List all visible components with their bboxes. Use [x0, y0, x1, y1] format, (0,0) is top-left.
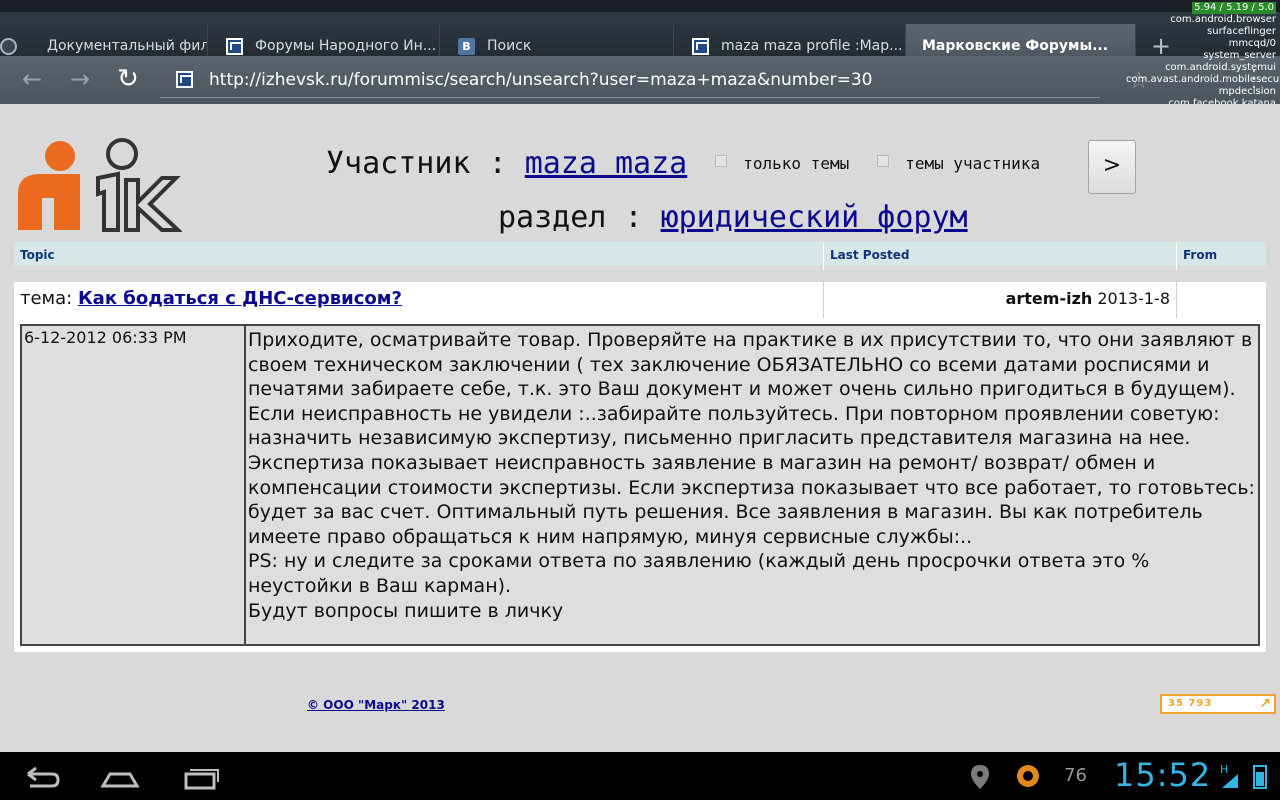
back-button-icon[interactable] [22, 760, 62, 792]
recent-apps-icon[interactable] [182, 760, 222, 792]
tab-label: Документальный филь... [47, 38, 208, 54]
counter-arrow-icon: ↗ [1259, 696, 1272, 712]
column-topic: Topic [20, 248, 55, 262]
tab-label: Поиск [487, 38, 532, 54]
last-posted-cell: artem-izh 2013-1-8 [823, 282, 1170, 318]
post-body: Приходите, осматривайте товар. Проверяйт… [246, 326, 1258, 644]
post-paragraph: PS: ну и следите за сроками ответа по за… [248, 550, 1150, 597]
url-field[interactable]: http://izhevsk.ru/forummisc/search/unsea… [160, 62, 1100, 98]
svg-text:H: H [1220, 763, 1228, 776]
forward-arrow-icon[interactable]: → [60, 56, 100, 104]
tab-label: maza maza profile :Мар... [721, 38, 903, 54]
go-button[interactable]: > [1088, 140, 1136, 194]
topic-cell: тема: Как бодаться с ДНС-сервисом? [20, 282, 820, 318]
url-toolbar: ← → ↻ http://izhevsk.ru/forummisc/search… [0, 56, 1280, 104]
separator: : [488, 146, 507, 181]
topic-title-link[interactable]: Как бодаться с ДНС-сервисом? [78, 288, 402, 309]
system-clock: 15:52 [1114, 756, 1212, 794]
cpu-load: 5.94 / 5.19 / 5.0 [1192, 2, 1276, 14]
process-name: com.android.browser [1170, 14, 1276, 25]
member-topics-label: темы участника [905, 154, 1041, 173]
copyright-link[interactable]: © ООО "Марк" 2013 [307, 698, 445, 712]
last-poster: artem-izh [1005, 289, 1093, 308]
post-paragraph: Экспертиза показывает неисправность заяв… [248, 451, 1255, 548]
process-name: surfaceflinger [1207, 26, 1276, 37]
topic-prefix: тема: [20, 288, 73, 309]
section-name-link[interactable]: юридический форум [661, 200, 968, 235]
post: 6-12-2012 06:33 PM Приходите, осматривай… [20, 324, 1260, 646]
member-line: Участник : maza maza только темы темы учас… [326, 146, 1040, 181]
signal-battery-status-icon: H [1220, 763, 1267, 789]
izhevsk-favicon-icon [176, 71, 193, 88]
cell-divider [1176, 282, 1177, 318]
post-container: 6-12-2012 06:33 PM Приходите, осматривай… [14, 318, 1266, 652]
location-pin-icon [971, 765, 989, 789]
izhevsk-favicon-icon [692, 37, 709, 55]
avast-notification-icon [1017, 765, 1039, 787]
column-from: From [1176, 242, 1266, 270]
visit-counter[interactable]: 35 793 ↗ [1160, 694, 1276, 714]
only-topics-checkbox[interactable] [715, 155, 728, 167]
tab-label: Форумы Народного Ин... [255, 38, 437, 54]
post-paragraph: Будут вопросы пишите в личку [248, 599, 564, 622]
post-paragraph: Приходите, осматривайте товар. Проверяйт… [248, 329, 1253, 401]
process-name: com.android.systemui [1165, 62, 1276, 73]
column-last-posted: Last Posted [823, 242, 1176, 270]
table-row: тема: Как бодаться с ДНС-сервисом? artem… [14, 282, 1266, 318]
system-navigation-bar: 76 15:52 H [0, 752, 1280, 800]
member-topics-checkbox[interactable] [877, 155, 890, 167]
izhevsk-logo-icon[interactable] [14, 134, 182, 234]
last-date: 2013-1-8 [1097, 289, 1170, 308]
home-button-icon[interactable] [100, 760, 140, 792]
process-name: mmcqd/0 [1228, 38, 1276, 49]
member-label: Участник [326, 146, 471, 181]
post-date: 6-12-2012 06:33 PM [22, 326, 246, 644]
tab-strip: Документальный филь... Форумы Народного … [0, 0, 1280, 68]
post-paragraph: Если неисправность не увидели :..забирай… [248, 402, 1220, 450]
only-topics-label: только темы [743, 154, 850, 173]
process-name: mpdecision [1218, 86, 1276, 97]
back-arrow-icon[interactable]: ← [12, 56, 52, 104]
web-page: Участник : maza maza только темы темы учас… [0, 104, 1280, 752]
section-label: раздел [498, 200, 607, 235]
section-line: раздел : юридический форум [498, 200, 968, 235]
izhevsk-favicon-icon [226, 37, 243, 55]
process-name: system_server [1203, 50, 1276, 61]
separator: : [624, 200, 643, 235]
counter-value: 35 793 [1168, 698, 1213, 709]
notification-count: 76 [1064, 765, 1087, 786]
process-name: com.avast.android.mobilesecurity [1126, 74, 1280, 85]
vk-favicon-icon: B [458, 37, 475, 55]
reload-icon[interactable]: ↻ [108, 56, 148, 104]
results-table-header: Topic Last Posted From [14, 242, 1266, 270]
document-favicon-icon [0, 37, 17, 55]
url-text: http://izhevsk.ru/forummisc/search/unsea… [209, 69, 873, 90]
member-name-link[interactable]: maza maza [525, 146, 688, 181]
tab-label: Марковские Форумы... [922, 38, 1109, 54]
